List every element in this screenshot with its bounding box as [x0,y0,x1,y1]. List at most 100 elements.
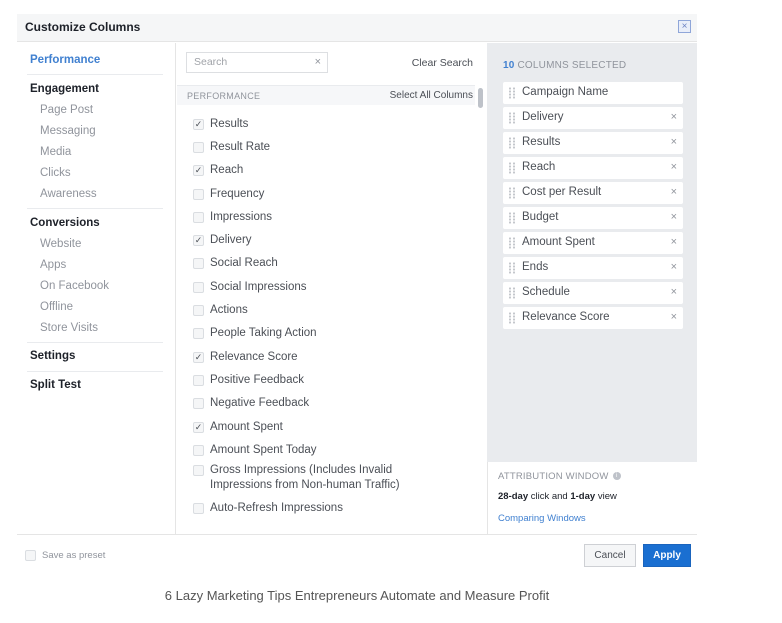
remove-column-icon[interactable]: × [671,236,677,248]
drag-handle-icon[interactable] [508,162,515,174]
selected-column-item[interactable]: Schedule × [503,282,683,304]
metric-option[interactable]: Negative Feedback [193,396,309,411]
nav-item-website[interactable]: Website [40,238,81,250]
check-icon: ✓ [194,352,203,362]
metric-option[interactable]: Frequency [193,187,264,202]
checkbox[interactable] [193,503,204,514]
metric-label: Results [210,118,249,130]
selected-column-item[interactable]: Relevance Score × [503,307,683,329]
remove-column-icon[interactable]: × [671,261,677,273]
selected-column-item[interactable]: Budget × [503,207,683,229]
metric-option[interactable]: ✓ Delivery [193,233,252,248]
metric-option[interactable]: Auto-Refresh Impressions [193,501,343,516]
selected-column-item[interactable]: Cost per Result × [503,182,683,204]
nav-divider [27,208,163,209]
nav-item-on-facebook[interactable]: On Facebook [40,280,109,292]
remove-column-icon[interactable]: × [671,311,677,323]
selected-column-label: Delivery [522,111,564,123]
apply-button[interactable]: Apply [643,544,691,567]
nav-item-awareness[interactable]: Awareness [40,188,97,200]
checkbox[interactable] [193,142,204,153]
nav-group-conversions[interactable]: Conversions [30,217,100,229]
remove-column-icon[interactable]: × [671,211,677,223]
nav-item-media[interactable]: Media [40,146,71,158]
info-icon[interactable]: i [612,472,621,481]
remove-column-icon[interactable]: × [671,136,677,148]
nav-group-performance[interactable]: Performance [30,54,100,66]
search-clear-icon[interactable]: × [315,56,321,68]
metric-option[interactable]: ✓ Relevance Score [193,350,298,365]
checkbox-checked[interactable]: ✓ [193,119,204,130]
checkbox[interactable] [25,550,36,561]
drag-handle-icon[interactable] [508,287,515,299]
nav-item-apps[interactable]: Apps [40,259,66,271]
drag-handle-icon[interactable] [508,187,515,199]
drag-handle-icon[interactable] [508,112,515,124]
close-button[interactable]: × [678,20,691,33]
nav-item-messaging[interactable]: Messaging [40,125,96,137]
selected-column-item[interactable]: Results × [503,132,683,154]
metric-option[interactable]: Positive Feedback [193,373,304,388]
checkbox[interactable] [193,305,204,316]
selected-column-label: Results [522,136,561,148]
nav-group-engagement[interactable]: Engagement [30,83,99,95]
nav-item-clicks[interactable]: Clicks [40,167,71,179]
nav-group-settings[interactable]: Settings [30,350,75,362]
drag-handle-icon[interactable] [508,262,515,274]
checkbox[interactable] [193,212,204,223]
metric-option[interactable]: Result Rate [193,140,270,155]
check-icon: ✓ [194,165,203,175]
drag-handle-icon[interactable] [508,137,515,149]
checkbox[interactable] [193,398,204,409]
selected-column-item[interactable]: Delivery × [503,107,683,129]
scrollbar-thumb[interactable] [478,88,483,108]
nav-item-page-post[interactable]: Page Post [40,104,93,116]
checkbox[interactable] [193,189,204,200]
footer-divider [17,534,697,535]
checkbox[interactable] [193,328,204,339]
checkbox-checked[interactable]: ✓ [193,235,204,246]
drag-handle-icon[interactable] [508,237,515,249]
select-all-columns-link[interactable]: Select All Columns [390,90,473,101]
selected-column-item[interactable]: Campaign Name [503,82,683,104]
metric-option[interactable]: Social Reach [193,256,278,271]
metric-option[interactable]: People Taking Action [193,326,317,341]
remove-column-icon[interactable]: × [671,161,677,173]
drag-handle-icon[interactable] [508,212,515,224]
checkbox-checked[interactable]: ✓ [193,165,204,176]
cancel-button[interactable]: Cancel [584,544,636,567]
selected-column-item[interactable]: Amount Spent × [503,232,683,254]
remove-column-icon[interactable]: × [671,186,677,198]
checkbox[interactable] [193,258,204,269]
remove-column-icon[interactable]: × [671,111,677,123]
metric-option[interactable]: Social Impressions [193,280,307,295]
selected-column-item[interactable]: Reach × [503,157,683,179]
metric-label: Gross Impressions (Includes Invalid Impr… [210,464,400,491]
checkbox[interactable] [193,282,204,293]
metric-label: Delivery [210,234,252,246]
nav-item-offline[interactable]: Offline [40,301,73,313]
save-as-preset-checkbox[interactable]: Save as preset [25,550,105,561]
clear-search-link[interactable]: Clear Search [412,57,473,69]
checkbox[interactable] [193,465,204,476]
checkbox[interactable] [193,375,204,386]
nav-group-split-test[interactable]: Split Test [30,379,81,391]
nav-item-store-visits[interactable]: Store Visits [40,322,98,334]
metric-option[interactable]: ✓ Amount Spent [193,420,283,435]
metric-option[interactable]: Gross Impressions (Includes Invalid Impr… [193,463,423,493]
metric-option[interactable]: ✓ Results [193,117,248,132]
selected-column-item[interactable]: Ends × [503,257,683,279]
checkbox-checked[interactable]: ✓ [193,352,204,363]
metric-option[interactable]: Impressions [193,210,272,225]
remove-column-icon[interactable]: × [671,286,677,298]
comparing-windows-link[interactable]: Comparing Windows [498,513,586,524]
drag-handle-icon[interactable] [508,87,515,99]
metric-option[interactable]: ✓ Reach [193,163,243,178]
metric-option[interactable]: Actions [193,303,248,318]
drag-handle-icon[interactable] [508,312,515,324]
checkbox-checked[interactable]: ✓ [193,422,204,433]
metric-label: Relevance Score [210,351,298,363]
checkbox[interactable] [193,445,204,456]
metric-option[interactable]: Amount Spent Today [193,443,317,458]
search-input[interactable] [194,56,304,68]
